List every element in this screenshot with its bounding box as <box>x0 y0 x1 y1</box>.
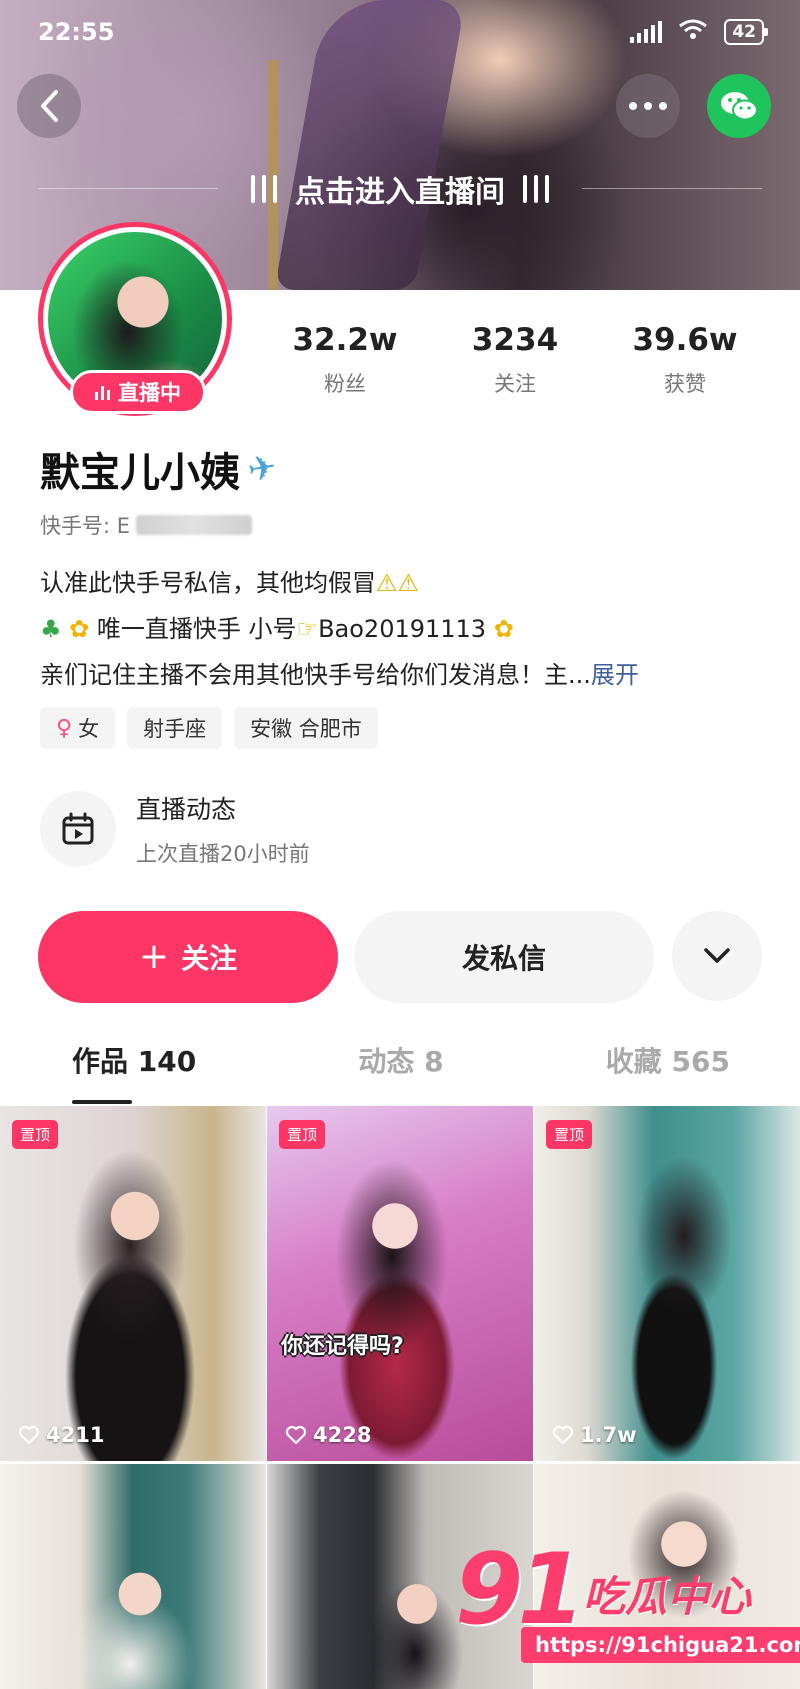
wifi-icon <box>678 18 708 46</box>
tag-gender: ♀ 女 <box>40 707 116 749</box>
stat-label: 获赞 <box>664 372 706 396</box>
tab-favorites[interactable]: 收藏 565 <box>511 1040 800 1104</box>
follow-label: 关注 <box>181 942 238 975</box>
status-bar: 22:55 42 <box>0 0 800 64</box>
stat-value: 3234 <box>471 322 559 358</box>
bio-line-1: 认准此快手号私信，其他均假冒⚠⚠ <box>40 560 770 606</box>
profile-name-text: 默宝儿小姨 <box>40 450 240 496</box>
more-dots-icon <box>629 102 667 110</box>
pinned-badge: 置顶 <box>546 1120 593 1149</box>
stat-following[interactable]: 3234 关注 <box>430 322 600 398</box>
pinned-badge: 置顶 <box>279 1120 326 1149</box>
follow-button[interactable]: + 关注 <box>38 911 338 1003</box>
send-message-button[interactable]: 发私信 <box>354 911 654 1003</box>
more-options-button[interactable] <box>616 74 680 138</box>
tag-label: 女 <box>78 717 100 741</box>
stat-likes[interactable]: 39.6w 获赞 <box>600 322 770 398</box>
live-status-badge[interactable]: 直播中 <box>70 370 206 414</box>
live-bars-icon <box>95 384 110 400</box>
like-count-text: 4228 <box>313 1423 372 1447</box>
bio-text: 认准此快手号私信，其他均假冒 <box>40 569 376 597</box>
battery-icon: 42 <box>724 19 768 45</box>
profile-name: 默宝儿小姨 ✈ <box>40 440 280 498</box>
watermark-brand: 吃瓜中心 <box>583 1572 752 1621</box>
like-count: 4228 <box>285 1423 371 1447</box>
expand-bio-link[interactable]: 展开 <box>591 661 639 689</box>
profile-actions: + 关注 发私信 <box>38 911 762 1003</box>
video-caption: 你还记得吗? <box>281 1334 404 1359</box>
bio-text: 唯一直播快手 小号 <box>96 615 297 643</box>
site-watermark: 91 吃瓜中心 https://91chigua21.com <box>455 1533 800 1681</box>
watermark-number: 91 <box>455 1533 585 1647</box>
profile-stats: 32.2w 粉丝 3234 关注 39.6w 获赞 <box>260 322 800 398</box>
tag-label: 射手座 <box>143 717 207 741</box>
video-thumbnail[interactable] <box>0 1464 266 1689</box>
live-moments-title: 直播动态 <box>136 795 237 824</box>
content-tabs: 作品 140 动态 8 收藏 565 <box>0 1040 800 1104</box>
wechat-icon <box>721 92 758 121</box>
like-count: 4211 <box>18 1423 104 1447</box>
heart-icon <box>18 1425 40 1445</box>
video-thumbnail[interactable]: 置顶 你还记得吗? 4228 <box>267 1106 533 1461</box>
tag-zodiac: 射手座 <box>127 707 223 749</box>
wechat-share-button[interactable] <box>707 74 771 138</box>
stat-value: 39.6w <box>632 322 738 358</box>
calendar-play-icon <box>40 791 116 867</box>
heart-icon <box>552 1425 574 1445</box>
airplane-icon: ✈ <box>244 446 280 492</box>
live-moments-subtitle: 上次直播20小时前 <box>136 842 310 866</box>
bio-text: 亲们记住主播不会用其他快手号给你们发消息！主... <box>40 661 591 689</box>
message-label: 发私信 <box>461 942 546 975</box>
kuaishou-id-text: 快手号: E <box>40 514 131 538</box>
heart-icon <box>285 1425 307 1445</box>
stat-value: 32.2w <box>292 322 398 358</box>
kuaishou-id[interactable]: 快手号: E <box>40 510 253 540</box>
sunflower-icon: ✿ <box>493 615 514 643</box>
stat-label: 粉丝 <box>324 372 366 396</box>
live-moments-entry[interactable]: 直播动态 上次直播20小时前 <box>40 790 310 868</box>
like-count-text: 1.7w <box>580 1423 637 1447</box>
sunflower-icon: ✿ <box>69 615 90 643</box>
expand-recommendations-button[interactable] <box>672 911 762 1001</box>
like-count: 1.7w <box>552 1423 637 1447</box>
clover-icon: ♣ <box>40 615 62 643</box>
bars-icon <box>251 175 277 203</box>
chevron-down-icon <box>704 948 730 963</box>
status-icons: 42 <box>630 18 768 46</box>
chevron-left-icon <box>41 90 58 122</box>
bio-line-2: ♣ ✿ 唯一直播快手 小号☞Bao20191113 ✿ <box>40 606 770 652</box>
pointing-hand-icon: ☞ <box>296 615 319 643</box>
bio[interactable]: 认准此快手号私信，其他均假冒⚠⚠ ♣ ✿ 唯一直播快手 小号☞Bao201911… <box>40 560 770 698</box>
video-thumbnail[interactable]: 置顶 4211 <box>0 1106 266 1461</box>
pinned-badge: 置顶 <box>12 1120 59 1149</box>
live-moments-text: 直播动态 上次直播20小时前 <box>136 790 310 868</box>
profile-tags: ♀ 女 射手座 安徽 合肥市 <box>40 707 378 749</box>
enter-live-room-link[interactable]: 点击进入直播间 <box>38 162 762 216</box>
video-thumbnail[interactable]: 置顶 1.7w <box>534 1106 800 1461</box>
signal-icon <box>630 21 663 43</box>
status-time: 22:55 <box>38 18 115 46</box>
tab-moments[interactable]: 动态 8 <box>291 1040 510 1104</box>
stat-label: 关注 <box>494 372 536 396</box>
tab-works[interactable]: 作品 140 <box>0 1040 291 1104</box>
back-button[interactable] <box>17 74 81 138</box>
bars-icon <box>523 175 549 203</box>
watermark-url: https://91chigua21.com <box>521 1627 800 1663</box>
bio-line-3: 亲们记住主播不会用其他快手号给你们发消息！主...展开 <box>40 652 770 698</box>
plus-icon: + <box>138 936 170 977</box>
tag-location: 安徽 合肥市 <box>234 707 378 749</box>
warning-icon: ⚠⚠ <box>376 569 420 597</box>
live-entry-label: 点击进入直播间 <box>295 175 505 210</box>
bio-text: Bao20191113 <box>318 615 487 643</box>
live-badge-label: 直播中 <box>118 381 181 405</box>
tag-label: 安徽 合肥市 <box>250 717 362 741</box>
female-icon: ♀ <box>56 715 73 741</box>
blurred-id-icon <box>136 515 253 535</box>
like-count-text: 4211 <box>46 1423 105 1447</box>
stat-followers[interactable]: 32.2w 粉丝 <box>260 322 430 398</box>
